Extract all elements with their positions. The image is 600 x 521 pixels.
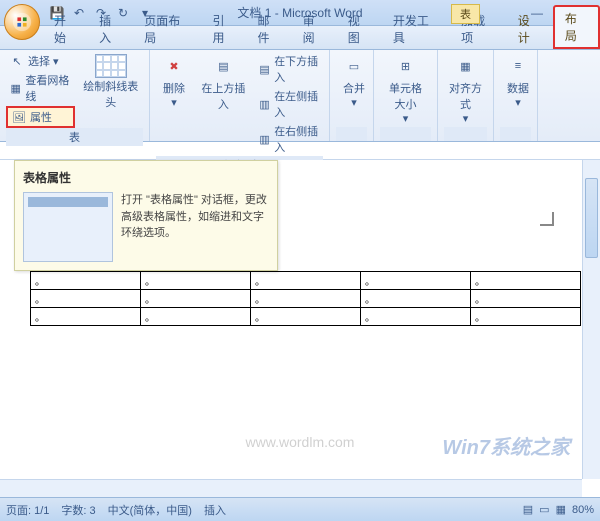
url-watermark: www.wordlm.com — [246, 434, 355, 450]
alignment-icon: ▦ — [454, 54, 478, 78]
status-mode[interactable]: 插入 — [204, 502, 226, 518]
select-button[interactable]: ↖选择 ▾ — [6, 52, 75, 70]
insert-below-icon: ▤ — [258, 61, 271, 77]
delete-icon: ✖ — [162, 54, 186, 78]
tab-insert[interactable]: 插入 — [89, 9, 132, 49]
tab-layout[interactable]: 布局 — [553, 5, 600, 49]
group-table-label: 表 — [6, 128, 143, 146]
chevron-down-icon: ▾ — [515, 96, 521, 109]
insert-below-button[interactable]: ▤在下方插入 — [255, 52, 323, 86]
chevron-down-icon: ▾ — [53, 55, 59, 68]
view-gridlines-button[interactable]: ▦查看网格线 — [6, 71, 75, 105]
scrollbar-thumb[interactable] — [585, 178, 598, 258]
grid-icon: ▦ — [9, 80, 22, 96]
chevron-down-icon: ▾ — [351, 96, 357, 109]
table-grid-icon — [95, 54, 127, 78]
horizontal-scrollbar[interactable] — [0, 479, 582, 497]
tooltip: 表格属性 打开 "表格属性" 对话框，更改高级表格属性，如缩进和文字环绕选项。 — [14, 160, 278, 271]
tab-home[interactable]: 开始 — [44, 9, 87, 49]
status-words[interactable]: 字数: 3 — [61, 502, 95, 518]
page-corner-mark — [540, 212, 554, 226]
tab-page-layout[interactable]: 页面布局 — [134, 9, 200, 49]
insert-left-button[interactable]: ▥在左侧插入 — [255, 87, 323, 121]
chevron-down-icon: ▾ — [171, 96, 177, 109]
insert-right-button[interactable]: ▥在右侧插入 — [255, 122, 323, 156]
insert-above-icon: ▤ — [211, 54, 235, 78]
merge-button[interactable]: ▭合并▾ — [336, 52, 372, 127]
tooltip-title: 表格属性 — [23, 169, 269, 186]
delete-button[interactable]: ✖ 删除 ▾ — [156, 52, 192, 156]
status-page[interactable]: 页面: 1/1 — [6, 502, 49, 518]
tab-design[interactable]: 设计 — [508, 9, 551, 49]
view-reading-icon[interactable]: ▭ — [539, 503, 549, 516]
insert-left-icon: ▥ — [258, 96, 271, 112]
statusbar: 页面: 1/1 字数: 3 中文(简体，中国) 插入 ▤ ▭ ▦ 80% — [0, 497, 600, 521]
table[interactable]: 。。。。。 。。。。。 。。。。。 — [30, 271, 581, 326]
data-button[interactable]: ≡数据▾ — [500, 52, 536, 127]
table-row: 。。。。。 — [31, 272, 581, 290]
tooltip-thumbnail — [23, 192, 113, 262]
chevron-down-icon: ▾ — [463, 112, 469, 125]
properties-icon: 🖼 — [11, 109, 27, 125]
properties-button[interactable]: 🖼属性 — [6, 106, 75, 128]
tab-developer[interactable]: 开发工具 — [383, 9, 449, 49]
status-zoom[interactable]: 80% — [572, 504, 594, 516]
ribbon: ↖选择 ▾ ▦查看网格线 🖼属性 绘制斜线表头 表 ✖ 删除 ▾ ▤ 在上方插入 — [0, 50, 600, 142]
table-row: 。。。。。 — [31, 290, 581, 308]
view-web-icon[interactable]: ▦ — [556, 503, 566, 516]
cell-size-button[interactable]: ⊞单元格大小▾ — [380, 52, 431, 127]
document-area[interactable]: 表格属性 打开 "表格属性" 对话框，更改高级表格属性，如缩进和文字环绕选项。 … — [0, 160, 600, 490]
table-row: 。。。。。 — [31, 308, 581, 326]
insert-right-icon: ▥ — [258, 131, 271, 147]
view-print-layout-icon[interactable]: ▤ — [523, 503, 533, 516]
chevron-down-icon: ▾ — [403, 112, 409, 125]
insert-above-button[interactable]: ▤ 在上方插入 — [196, 52, 251, 156]
data-icon: ≡ — [506, 54, 530, 78]
office-button[interactable] — [4, 4, 40, 40]
cursor-icon: ↖ — [9, 53, 25, 69]
watermark: Win7系统之家 — [442, 431, 570, 460]
tooltip-description: 打开 "表格属性" 对话框，更改高级表格属性，如缩进和文字环绕选项。 — [121, 192, 269, 262]
context-tab-header: 表 — [451, 4, 480, 24]
status-language[interactable]: 中文(简体，中国) — [108, 502, 192, 518]
window-title: 文档 1 - Microsoft Word — [237, 4, 362, 21]
draw-diagonal-header-button[interactable]: 绘制斜线表头 — [79, 52, 144, 128]
alignment-button[interactable]: ▦对齐方式▾ — [444, 52, 487, 127]
cell-size-icon: ⊞ — [394, 54, 418, 78]
vertical-scrollbar[interactable] — [582, 160, 600, 479]
merge-icon: ▭ — [342, 54, 366, 78]
ribbon-tabs: 开始 插入 页面布局 引用 邮件 审阅 视图 开发工具 加载项 设计 布局 — [0, 26, 600, 50]
